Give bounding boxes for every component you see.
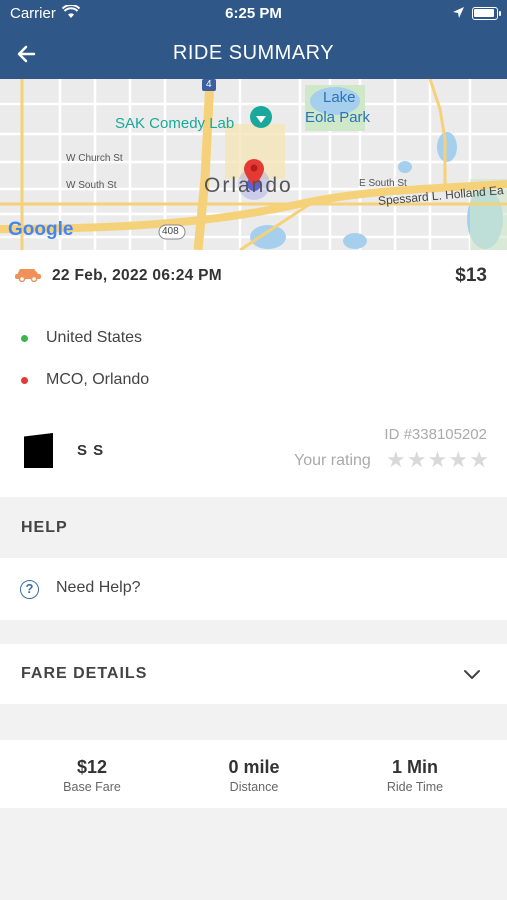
star-icon[interactable]: ★ (407, 449, 427, 471)
clock: 6:25 PM (225, 5, 282, 22)
dropoff-dot-icon (21, 377, 28, 384)
fare-details-title: FARE DETAILS (21, 665, 148, 682)
question-circle-icon: ? (20, 580, 39, 599)
location-arrow-icon (452, 6, 465, 23)
stat-label: Distance (229, 780, 279, 794)
map-label-e-south-st: E South St (359, 178, 407, 189)
rating-label: Your rating (294, 452, 371, 469)
stat-label: Ride Time (386, 780, 444, 794)
star-icon[interactable]: ★ (386, 449, 406, 471)
map-label-sak-comedy-lab: SAK Comedy Lab (115, 115, 235, 132)
google-logo: Google (8, 219, 74, 240)
help-section-title: HELP (21, 519, 68, 536)
map-label-south-st: W South St (66, 180, 117, 191)
battery-icon (472, 7, 501, 20)
page-title: RIDE SUMMARY (172, 42, 335, 64)
pickup-dot-icon (21, 335, 28, 342)
status-bar: Carrier 6:25 PM (0, 0, 507, 28)
star-icon[interactable]: ★ (428, 449, 448, 471)
stat-value: 0 mile (228, 757, 280, 777)
map-label-eola-park: Eola Park (305, 109, 371, 126)
driver-name: S S (77, 442, 105, 459)
rating-stars[interactable]: ★ ★ ★ ★ ★ (386, 449, 489, 471)
stat-ride-time: 1 Min Ride Time (330, 757, 500, 794)
map-label-orlando: Orlando (204, 174, 293, 197)
star-icon[interactable]: ★ (448, 449, 468, 471)
pickup-location: United States (46, 329, 143, 346)
ride-details-card: 22 Feb, 2022 06:24 PM $13 United States … (0, 250, 507, 497)
car-icon (14, 264, 42, 283)
stat-value: 1 Min (391, 757, 438, 777)
dropoff-location: MCO, Orlando (46, 371, 150, 388)
ride-date: 22 Feb, 2022 06:24 PM (52, 267, 223, 284)
driver-avatar (24, 433, 53, 468)
stat-base-fare: $12 Base Fare (7, 757, 177, 794)
ride-price: $13 (455, 265, 487, 286)
need-help-label: Need Help? (56, 579, 141, 596)
map-label-lake: Lake (323, 89, 356, 106)
chevron-down-icon (463, 668, 481, 680)
nav-bar: RIDE SUMMARY (0, 28, 507, 79)
map-label-route-408: 408 (162, 226, 179, 237)
ride-stats: $12 Base Fare 0 mile Distance 1 Min Ride… (0, 740, 507, 808)
stat-label: Base Fare (63, 780, 121, 794)
map-label-church-st: W Church St (66, 153, 123, 164)
star-icon[interactable]: ★ (469, 449, 489, 471)
stat-distance: 0 mile Distance (169, 757, 339, 794)
map-label-route-4: 4 (206, 79, 212, 90)
map-tiles (0, 79, 507, 250)
route-map[interactable]: Lake Eola Park SAK Comedy Lab W Church S… (0, 79, 507, 250)
fare-details-toggle[interactable]: FARE DETAILS (0, 644, 507, 704)
stat-value: $12 (76, 757, 108, 777)
ride-id: ID #338105202 (384, 426, 487, 443)
need-help-row[interactable]: ? Need Help? (0, 558, 507, 620)
